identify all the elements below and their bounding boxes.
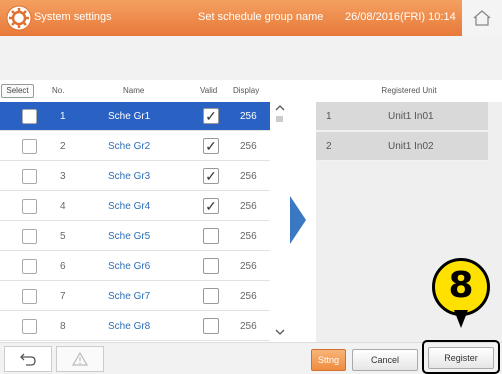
row-display: 256 [240,231,257,242]
unit-name: Unit1 In02 [388,141,434,152]
row-name[interactable]: Sche Gr1 [108,111,150,122]
valid-checkbox[interactable] [203,318,219,334]
table-row[interactable]: 7 Sche Gr7 256 [0,282,270,311]
col-no-header: No. [52,86,65,95]
scroll-down-icon[interactable] [275,328,285,336]
row-name[interactable]: Sche Gr4 [108,201,150,212]
warning-button[interactable] [56,346,104,372]
row-select-checkbox[interactable] [22,139,37,154]
register-highlight: Register [422,340,500,374]
datetime-display: 26/08/2016(FRI) 10:14 [345,11,456,23]
valid-checkbox[interactable] [203,258,219,274]
valid-checkbox[interactable]: ✓ [203,198,219,214]
register-button[interactable]: Register [428,347,494,369]
select-all-button[interactable]: Select [1,84,34,98]
col-valid-header: Valid [200,86,218,95]
home-button[interactable] [462,0,502,36]
step-callout-badge: 8 [432,258,490,316]
row-number: 6 [60,261,66,272]
valid-checkbox[interactable]: ✓ [203,108,219,124]
screen-subtitle: Set schedule group name [198,11,324,23]
warning-icon [72,352,88,366]
table-row[interactable]: 8 Sche Gr8 256 [0,312,270,341]
row-display: 256 [240,261,257,272]
table-row[interactable]: 3 Sche Gr3 ✓ 256 [0,162,270,191]
row-display: 256 [240,111,257,122]
valid-checkbox[interactable]: ✓ [203,168,219,184]
row-select-checkbox[interactable] [22,259,37,274]
row-name[interactable]: Sche Gr8 [108,321,150,332]
back-arrow-icon [20,353,36,366]
row-name[interactable]: Sche Gr5 [108,231,150,242]
transfer-arrow-icon [290,196,306,244]
row-number: 7 [60,291,66,302]
row-name[interactable]: Sche Gr6 [108,261,150,272]
row-number: 3 [60,171,66,182]
table-row[interactable]: 5 Sche Gr5 256 [0,222,270,251]
row-select-checkbox[interactable] [22,169,37,184]
header-bar: System settings Set schedule group name … [0,0,502,36]
sttng-button[interactable]: Sttng [311,349,346,371]
col-display-header: Display [233,86,260,95]
table-row[interactable]: 2 Sche Gr2 ✓ 256 [0,132,270,161]
row-number: 1 [60,111,66,122]
row-select-checkbox[interactable] [22,199,37,214]
row-name[interactable]: Sche Gr3 [108,171,150,182]
row-select-checkbox[interactable] [22,109,37,124]
list-item[interactable]: 1 Unit1 In01 [316,102,488,131]
list-item[interactable]: 2 Unit1 In02 [316,132,488,161]
back-button[interactable] [4,346,52,372]
settings-gear-icon [6,5,32,31]
col-name-header: Name [123,86,145,95]
cancel-button[interactable]: Cancel [352,349,418,371]
row-number: 8 [60,321,66,332]
row-display: 256 [240,171,257,182]
scroll-thumb[interactable] [276,116,283,122]
table-row[interactable]: 6 Sche Gr6 256 [0,252,270,281]
table-header: Select No. Name Valid Display [0,80,290,102]
valid-checkbox[interactable] [203,228,219,244]
table-row[interactable]: 4 Sche Gr4 ✓ 256 [0,192,270,221]
row-select-checkbox[interactable] [22,289,37,304]
row-display: 256 [240,291,257,302]
home-icon [473,10,491,26]
valid-checkbox[interactable] [203,288,219,304]
unit-name: Unit1 In01 [388,111,434,122]
page-title: System settings [34,11,112,23]
valid-checkbox[interactable]: ✓ [203,138,219,154]
row-select-checkbox[interactable] [22,229,37,244]
row-display: 256 [240,321,257,332]
schedule-group-list: 1 Sche Gr1 ✓ 256 2 Sche Gr2 ✓ 256 3 Sche… [0,102,290,342]
unit-number: 1 [326,111,332,122]
row-number: 5 [60,231,66,242]
row-select-checkbox[interactable] [22,319,37,334]
scroll-up-icon[interactable] [275,104,285,112]
row-number: 2 [60,141,66,152]
row-name[interactable]: Sche Gr7 [108,291,150,302]
list-scrollbar[interactable] [270,102,290,342]
registered-unit-header: Registered Unit [316,80,502,102]
row-display: 256 [240,141,257,152]
info-band [0,36,502,80]
row-display: 256 [240,201,257,212]
unit-number: 2 [326,141,332,152]
row-name[interactable]: Sche Gr2 [108,141,150,152]
table-row[interactable]: 1 Sche Gr1 ✓ 256 [0,102,270,131]
callout-pointer [454,310,468,328]
row-number: 4 [60,201,66,212]
